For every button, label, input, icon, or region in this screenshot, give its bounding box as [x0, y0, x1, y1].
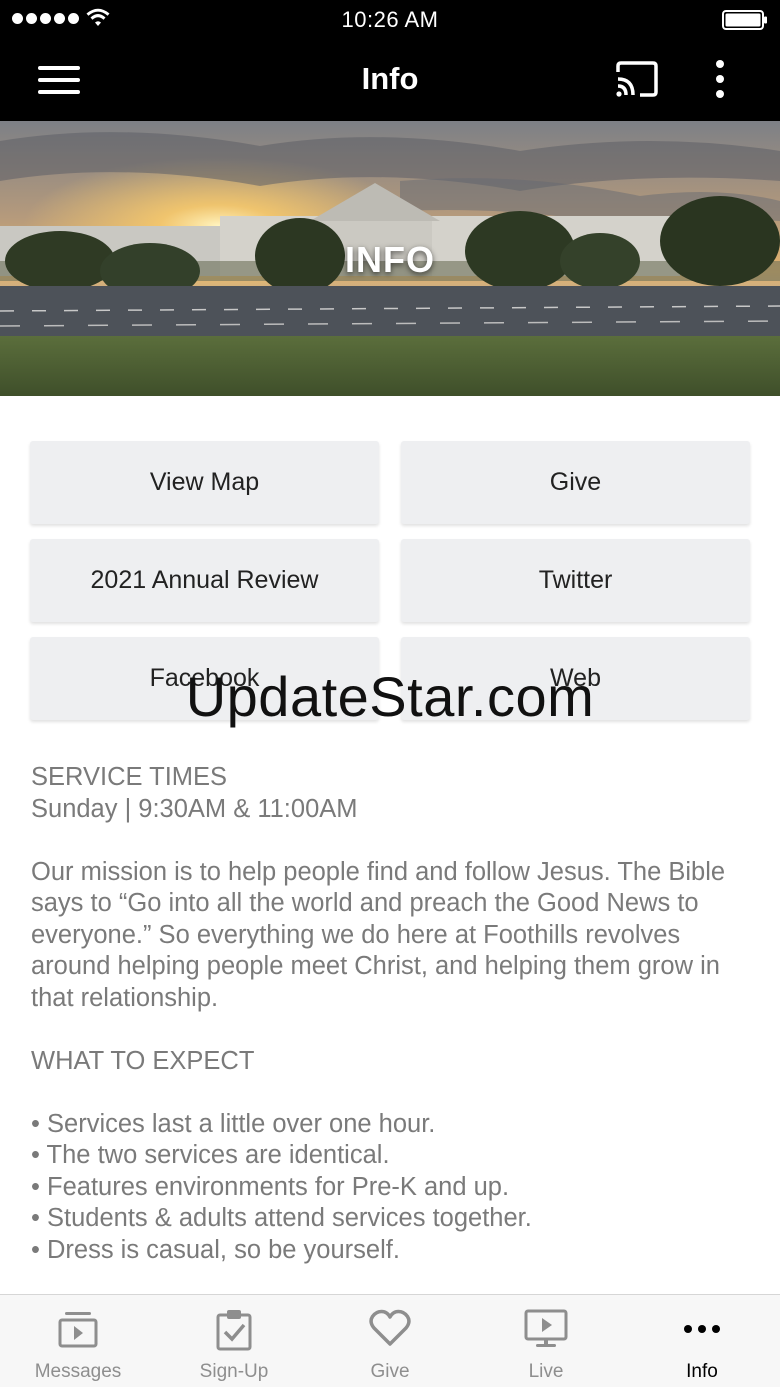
expect-item: • Dress is casual, so be yourself. — [31, 1235, 400, 1264]
heart-icon — [312, 1309, 468, 1353]
more-horizontal-icon — [624, 1309, 780, 1353]
tab-info[interactable]: Info — [624, 1295, 780, 1387]
tab-sign-up[interactable]: Sign-Up — [156, 1295, 312, 1387]
nav-bar: Info — [0, 40, 780, 121]
expect-item: • Services last a little over one hour. — [31, 1109, 436, 1138]
expect-item: • Students & adults attend services toge… — [31, 1204, 532, 1232]
battery-icon — [722, 10, 768, 35]
info-content: SERVICE TIMES Sunday | 9:30AM & 11:00AM … — [31, 762, 751, 1266]
hero-title: INFO — [345, 239, 435, 280]
expect-item: • The two services are identical. — [31, 1141, 390, 1169]
tv-play-icon — [468, 1309, 624, 1353]
tab-label: Messages — [34, 1361, 122, 1382]
watermark-text: UpdateStar.com — [185, 665, 595, 728]
service-times-heading: SERVICE TIMES — [31, 763, 228, 791]
tab-messages[interactable]: Messages — [0, 1295, 156, 1387]
status-time: 10:26 AM — [341, 7, 439, 32]
service-times: Sunday | 9:30AM & 11:00AM — [31, 794, 358, 823]
what-to-expect-heading: WHAT TO EXPECT — [31, 1046, 255, 1075]
annual-review-button[interactable]: 2021 Annual Review — [30, 539, 379, 622]
tab-live[interactable]: Live — [468, 1295, 624, 1387]
status-bar: 10:26 AM — [0, 0, 780, 40]
tab-label: Live — [528, 1361, 564, 1382]
page-title: Info — [361, 61, 419, 96]
more-vertical-icon[interactable] — [714, 60, 726, 100]
view-map-button[interactable]: View Map — [30, 441, 379, 524]
clipboard-check-icon — [156, 1309, 312, 1353]
messages-icon — [0, 1309, 156, 1353]
tab-bar: Messages Sign-Up Give Live Info — [0, 1294, 780, 1387]
mission-text: Our mission is to help people find and f… — [31, 857, 726, 1012]
tab-give[interactable]: Give — [312, 1295, 468, 1387]
twitter-button[interactable]: Twitter — [401, 539, 750, 622]
tab-label: Give — [370, 1361, 410, 1382]
hero-banner: INFO — [0, 121, 780, 396]
expect-item: • Features environments for Pre-K and up… — [31, 1172, 510, 1201]
cast-icon[interactable] — [614, 60, 660, 103]
tab-label: Sign-Up — [199, 1361, 269, 1382]
give-button[interactable]: Give — [401, 441, 750, 524]
tab-label: Info — [686, 1361, 718, 1382]
